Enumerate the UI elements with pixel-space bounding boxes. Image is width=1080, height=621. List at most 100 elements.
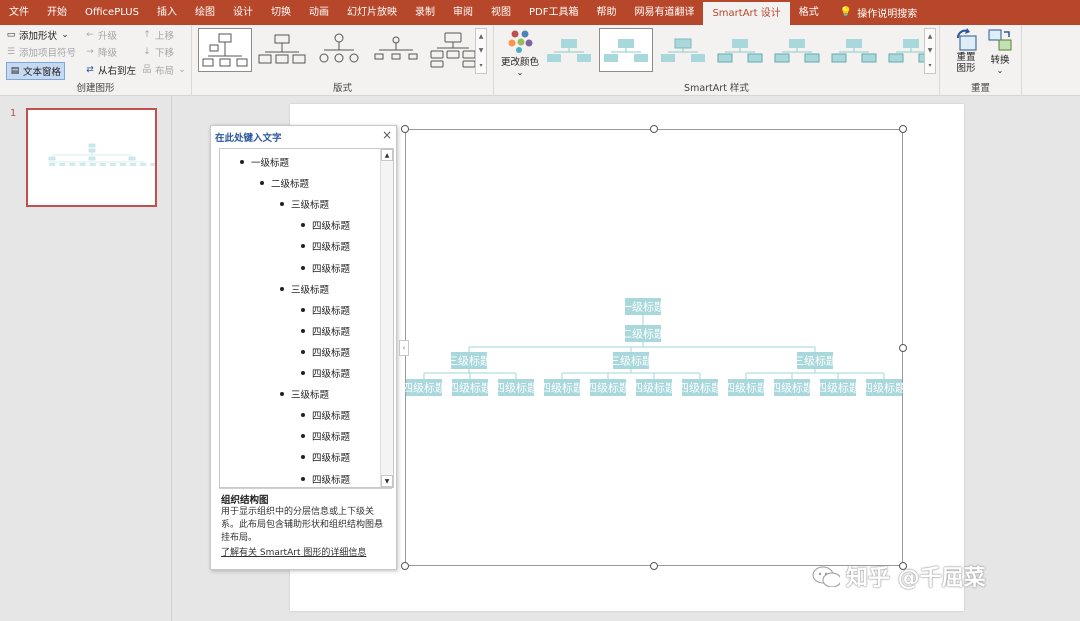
menu-tab[interactable]: OfficePLUS [76, 0, 148, 25]
style-option[interactable] [770, 28, 824, 72]
style-option[interactable] [542, 28, 596, 72]
arrow-left-icon: ← [86, 30, 94, 40]
text-pane-item[interactable]: 四级标题 [301, 429, 350, 443]
close-icon[interactable]: × [382, 128, 392, 142]
layout-option-horizontal-hierarchy[interactable] [369, 28, 423, 72]
learn-more-link[interactable]: 了解有关 SmartArt 图形的详细信息 [221, 545, 366, 558]
text-pane-list[interactable]: ▲ ▼ 一级标题 二级标题 三级标题 四级标题 四级标题 四级标题 三级标题 四级标题 四级标题… [219, 148, 394, 488]
style-preview-icon [831, 39, 877, 63]
convert-button[interactable]: 转换 ⌄ [984, 28, 1016, 75]
bullet-icon [280, 286, 284, 291]
layout-option-table-hierarchy[interactable] [426, 28, 480, 72]
resize-handle-top-left[interactable] [401, 125, 409, 133]
smartart-frame[interactable] [405, 129, 903, 566]
resize-handle-top[interactable] [650, 125, 658, 133]
chevron-down-icon: ⌄ [61, 30, 69, 40]
menu-tab[interactable]: 切换 [262, 0, 300, 25]
right-to-left-button[interactable]: ⇄ 从右到左 [85, 63, 136, 77]
menu-tab[interactable]: 幻灯片放映 [338, 0, 406, 25]
move-down-button[interactable]: ↓ 下移 [142, 45, 174, 59]
resize-handle-bottom-left[interactable] [401, 562, 409, 570]
text-pane-item[interactable]: 四级标题 [301, 450, 350, 464]
text-pane-item[interactable]: 四级标题 [301, 408, 350, 422]
group-label-reset: 重置 [970, 83, 990, 94]
layout-gallery-scroll[interactable]: ▲ ▼ ▾ [475, 28, 487, 74]
horizontal-hierarchy-layout-icon [374, 36, 418, 60]
chevron-down-icon: ⌄ [516, 68, 524, 77]
circle-picture-layout-icon [319, 33, 359, 63]
text-pane-item[interactable]: 一级标题 [240, 155, 289, 169]
text-pane-item[interactable]: 四级标题 [301, 472, 350, 486]
text-pane-item[interactable]: 四级标题 [301, 366, 350, 380]
menu-tab[interactable]: PDF工具箱 [520, 0, 587, 25]
add-shape-button[interactable]: ▭ 添加形状 ⌄ [6, 28, 70, 42]
text-pane-item[interactable]: 二级标题 [260, 176, 309, 190]
thumbnail-node [69, 163, 76, 166]
text-pane-item[interactable]: 四级标题 [301, 345, 350, 359]
menu-tab[interactable]: 录制 [406, 0, 444, 25]
menu-tab[interactable]: 开始 [38, 0, 76, 25]
text-pane-item[interactable]: 四级标题 [301, 324, 350, 338]
text-pane-item[interactable]: 三级标题 [280, 387, 329, 401]
text-pane-item-label: 四级标题 [312, 263, 351, 275]
change-colors-button[interactable]: 更改颜色 ⌄ [500, 28, 540, 77]
bullet-icon [301, 434, 305, 439]
bullet-icon [301, 307, 305, 312]
style-option[interactable] [713, 28, 767, 72]
menu-tab[interactable]: 绘图 [186, 0, 224, 25]
menu-tab[interactable]: 帮助 [587, 0, 625, 25]
scroll-up-icon[interactable]: ▲ [381, 149, 393, 161]
add-bullet-button[interactable]: ☰ 添加项目符号 [6, 45, 76, 59]
scroll-down-icon: ▼ [478, 47, 484, 55]
reset-graphic-button[interactable]: 重置图形 [950, 28, 982, 74]
text-pane-item-label: 三级标题 [291, 390, 330, 402]
layout-option-name-title-org[interactable] [255, 28, 309, 72]
text-pane-toggle[interactable]: ‹ [399, 340, 409, 356]
table-hierarchy-layout-icon [430, 32, 476, 68]
menu-tab[interactable]: 设计 [224, 0, 262, 25]
menu-tab[interactable]: 审阅 [444, 0, 482, 25]
scroll-down-icon[interactable]: ▼ [381, 475, 393, 487]
text-pane-button[interactable]: ▤ 文本窗格 [6, 62, 66, 80]
ribbon: ▭ 添加形状 ⌄ ☰ 添加项目符号 ▤ 文本窗格 ← 升级 → 降级 ⇄ 从右到… [0, 25, 1080, 96]
resize-handle-right[interactable] [899, 344, 907, 352]
text-pane-scrollbar[interactable]: ▲ ▼ [380, 149, 393, 487]
style-preview-icon [604, 39, 648, 62]
text-pane-item[interactable]: 四级标题 [301, 218, 350, 232]
style-option[interactable] [656, 28, 710, 72]
menu-tab[interactable]: 格式 [790, 0, 828, 25]
text-pane-item[interactable]: 四级标题 [301, 303, 350, 317]
style-gallery-scroll[interactable]: ▲ ▼ ▾ [924, 28, 936, 74]
resize-handle-bottom[interactable] [650, 562, 658, 570]
menu-tab[interactable]: 文件 [0, 0, 38, 25]
demote-button[interactable]: → 降级 [85, 45, 117, 59]
bullet-icon [301, 223, 305, 228]
thumbnail-node [49, 163, 56, 166]
text-pane-item-label: 四级标题 [312, 474, 351, 486]
menu-tab[interactable]: SmartArt 设计 [703, 2, 790, 25]
style-option[interactable] [827, 28, 881, 72]
text-pane-item[interactable]: 四级标题 [301, 261, 350, 275]
menu-tab[interactable]: 网易有道翻译 [625, 0, 703, 25]
thumbnail-node [130, 163, 137, 166]
text-pane-item[interactable]: 三级标题 [280, 197, 329, 211]
layout-button[interactable]: 品 布局 ⌄ [142, 63, 187, 77]
layout-option-org-chart[interactable] [198, 28, 252, 72]
slide-thumbnail[interactable] [26, 108, 157, 207]
org-chart-layout-icon [202, 33, 248, 67]
menu-tab[interactable]: 动画 [300, 0, 338, 25]
text-pane-item[interactable]: 四级标题 [301, 239, 350, 253]
palette-icon [508, 30, 533, 53]
style-option[interactable] [599, 28, 653, 72]
move-up-button[interactable]: ↑ 上移 [142, 28, 174, 42]
text-pane-item[interactable]: 三级标题 [280, 282, 329, 296]
menu-tab[interactable]: 视图 [482, 0, 520, 25]
text-pane-item-label: 三级标题 [291, 284, 330, 296]
menu-tab[interactable]: 插入 [148, 0, 186, 25]
tell-me-search[interactable]: 💡 操作说明搜索 [828, 5, 917, 20]
layout-icon: 品 [142, 65, 152, 75]
resize-handle-top-right[interactable] [899, 125, 907, 133]
promote-button[interactable]: ← 升级 [85, 28, 117, 42]
layout-option-circle-picture[interactable] [312, 28, 366, 72]
thumbnail-node [140, 163, 147, 166]
